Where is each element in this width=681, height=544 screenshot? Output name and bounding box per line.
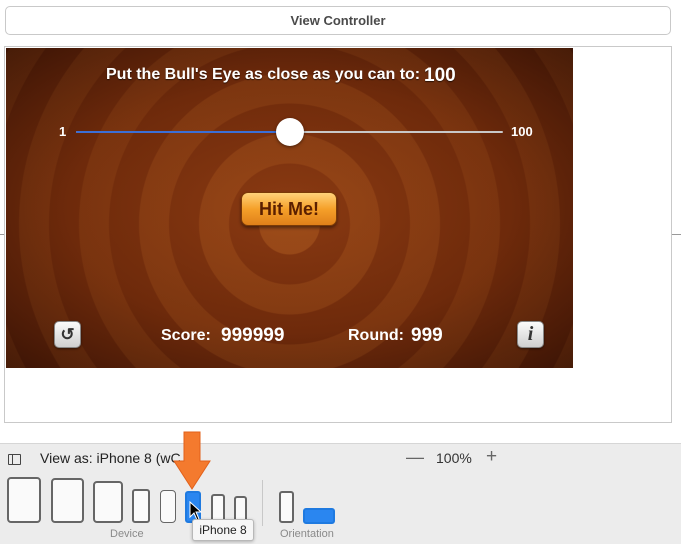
- score-label: Score:: [161, 327, 211, 344]
- slider-thumb[interactable]: [276, 118, 304, 146]
- canvas-left-marker: [0, 234, 4, 235]
- device-bar-divider: [262, 480, 263, 526]
- target-label: Put the Bull's Eye as close as you can t…: [106, 66, 421, 83]
- slider-fill: [76, 131, 290, 133]
- hit-me-button[interactable]: Hit Me!: [241, 192, 337, 226]
- zoom-in-button[interactable]: +: [486, 446, 497, 468]
- info-button[interactable]: i: [517, 321, 544, 348]
- round-value: 999: [411, 325, 443, 346]
- orientation-landscape-icon[interactable]: [303, 508, 335, 524]
- device-iphone-x-icon[interactable]: [160, 490, 176, 523]
- device-ipad-icon[interactable]: [93, 481, 123, 523]
- undo-arrow-icon: ↺: [60, 324, 75, 344]
- slider[interactable]: [76, 118, 503, 146]
- view-controller-title: View Controller: [290, 13, 386, 28]
- target-value: 100: [424, 65, 456, 86]
- info-icon: i: [527, 323, 534, 345]
- slider-min-label: 1: [59, 124, 67, 139]
- view-controller-title-bar[interactable]: View Controller: [5, 6, 671, 35]
- slider-max-label: 100: [511, 124, 533, 139]
- annotation-down-arrow-icon: [173, 431, 211, 490]
- device-group-label: Device: [110, 528, 144, 540]
- device-tooltip-text: iPhone 8: [199, 523, 247, 537]
- device-tooltip: iPhone 8: [192, 519, 254, 541]
- zoom-out-button[interactable]: —: [406, 447, 424, 468]
- zoom-level: 100%: [436, 450, 472, 466]
- orientation-portrait-icon[interactable]: [279, 491, 294, 523]
- device-ipad-pro-12-icon[interactable]: [7, 477, 41, 523]
- view-as-label[interactable]: View as: iPhone 8 (wC: [40, 450, 181, 466]
- score-value: 999999: [221, 325, 285, 346]
- hit-me-label: Hit Me!: [259, 198, 319, 219]
- device-bar: Device Orientation: [0, 474, 681, 544]
- document-outline-icon[interactable]: [8, 454, 21, 465]
- orientation-group-label: Orientation: [280, 528, 334, 540]
- round-label: Round:: [348, 327, 404, 344]
- device-ipad-pro-10-icon[interactable]: [51, 478, 84, 523]
- game-scene: Put the Bull's Eye as close as you can t…: [6, 48, 573, 368]
- view-as-toolbar: View as: iPhone 8 (wC — 100% +: [0, 443, 681, 475]
- start-over-button[interactable]: ↺: [54, 321, 81, 348]
- mouse-cursor-icon: [189, 501, 203, 521]
- canvas-right-marker: [672, 234, 681, 235]
- device-iphone-plus-icon[interactable]: [132, 489, 150, 523]
